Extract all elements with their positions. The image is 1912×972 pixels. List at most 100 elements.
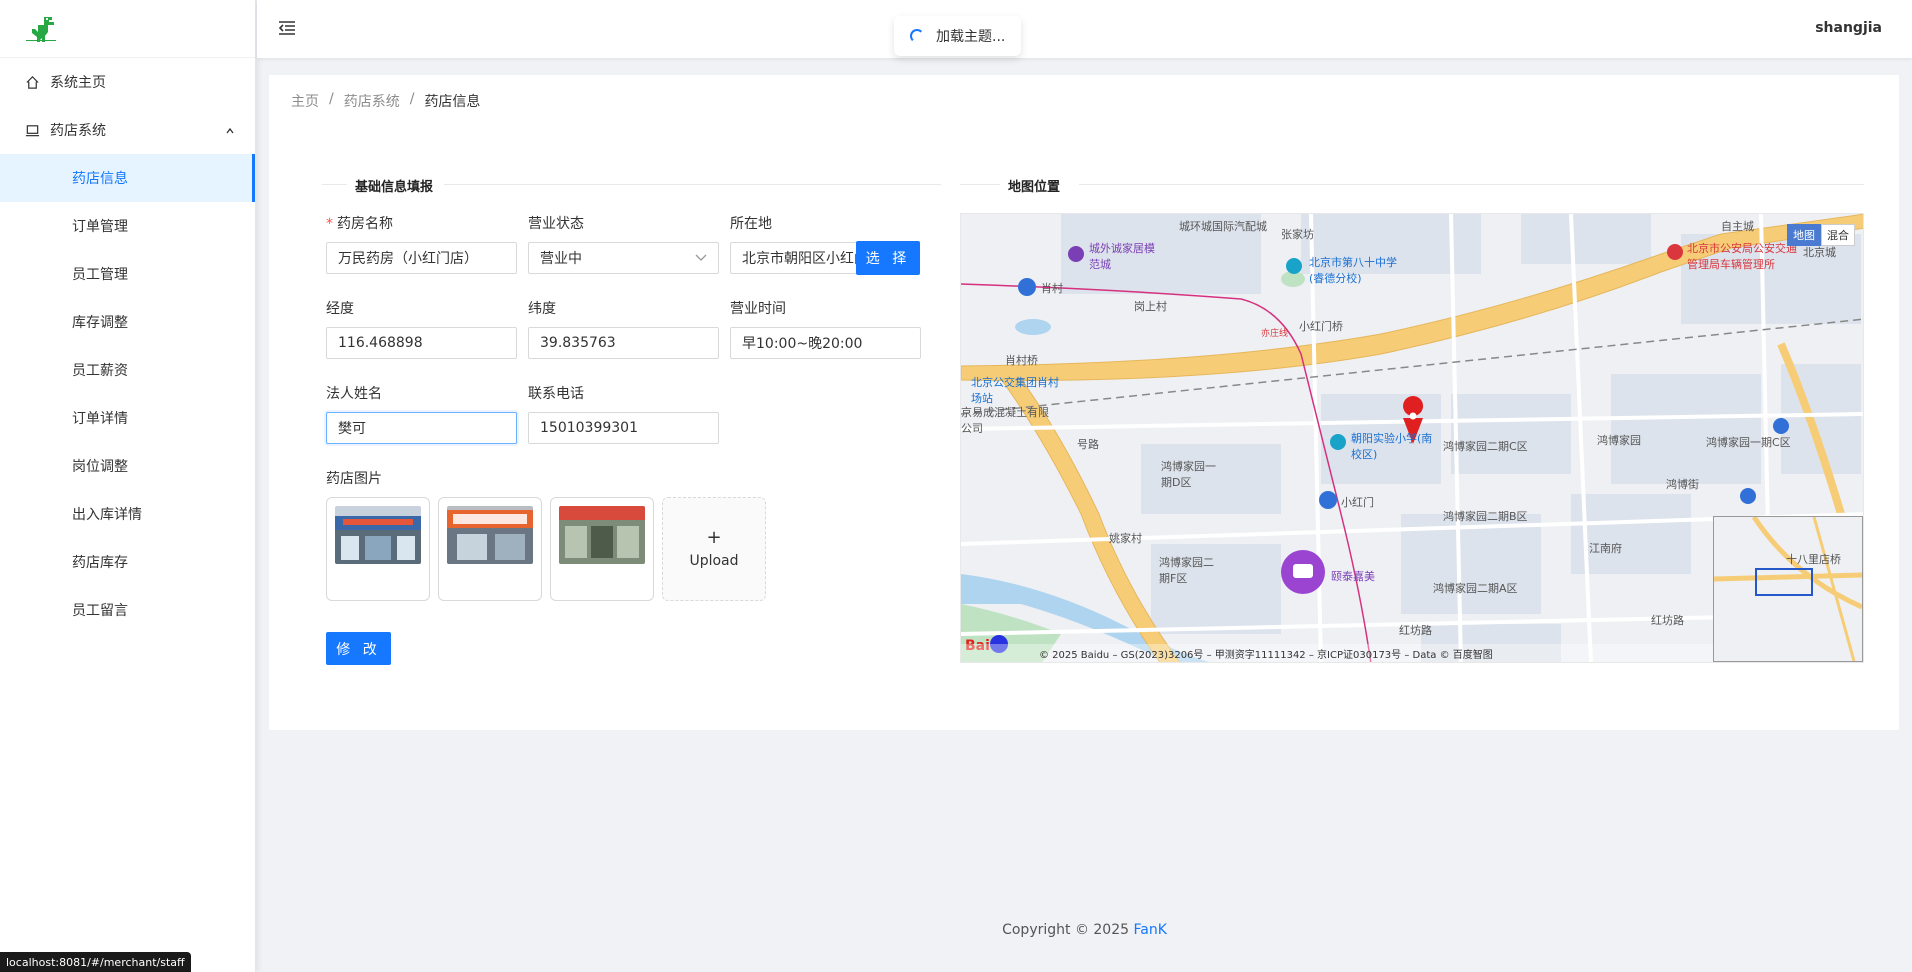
latitude-label: 纬度 <box>528 301 556 317</box>
map-type-hybrid-button[interactable]: 混合 <box>1821 224 1855 246</box>
pharmacy-image-2[interactable] <box>438 497 542 601</box>
map-overview[interactable]: 十八里店桥 <box>1713 515 1863 662</box>
map-label: 鸿博家园二期B区 <box>1443 510 1528 523</box>
plus-icon: + <box>706 527 722 548</box>
phone-input[interactable]: 15010399301 <box>528 412 719 444</box>
map-label: 北京市公安局公安交通管理局车辆管理所 <box>1687 242 1797 271</box>
overview-map-canvas <box>1713 515 1863 662</box>
map-label: 自主城 <box>1721 220 1754 233</box>
map-label: 号路 <box>1077 438 1099 451</box>
map-label: 肖村桥 <box>1005 354 1038 367</box>
map-divider-left <box>960 184 1000 185</box>
status-bar-url: localhost:8081/#/merchant/staff <box>0 952 191 972</box>
home-icon <box>24 74 40 90</box>
sidebar-item-position-adjust[interactable]: 岗位调整 <box>0 442 255 490</box>
map-label: 红坊路 <box>1651 614 1684 627</box>
map-label: 亦庄线 <box>1261 329 1289 339</box>
map-label: 鸿博家园二期A区 <box>1433 582 1518 595</box>
legal-name-label: 法人姓名 <box>326 386 382 402</box>
pharmacy-image-1[interactable] <box>326 497 430 601</box>
location-label: 所在地 <box>730 216 772 232</box>
sidebar-item-staff-management[interactable]: 员工管理 <box>0 250 255 298</box>
map-label: 鸿博家园一期D区 <box>1161 460 1216 489</box>
map-label: 岗上村 <box>1134 300 1167 313</box>
pharmacy-image-3[interactable] <box>550 497 654 601</box>
pharmacy-name-label: * 药房名称 <box>326 216 393 232</box>
map-label: 鸿博家园一期C区 <box>1706 436 1791 449</box>
laptop-icon <box>24 122 40 138</box>
form-section-title: 基础信息填报 <box>347 176 442 195</box>
phone-label: 联系电话 <box>528 386 584 402</box>
user-name[interactable]: shangjia <box>1815 20 1882 36</box>
map-type-map-button[interactable]: 地图 <box>1787 224 1821 246</box>
sidebar-item-staff-salary[interactable]: 员工薪资 <box>0 346 255 394</box>
map-label: 小红门 <box>1341 496 1374 509</box>
business-status-value: 营业中 <box>540 251 582 267</box>
map-label: 北京公交集团肖村场站 <box>971 376 1059 405</box>
sidebar: 系统主页 药店系统 药店信息 订单管理 员工管理 库存调整 员工薪资 订单详情 … <box>0 0 256 972</box>
map-copyright: © 2025 Baidu – GS(2023)3206号 – 甲测资字11111… <box>961 644 1713 662</box>
longitude-input[interactable]: 116.468898 <box>326 327 517 359</box>
loading-spinner-icon <box>910 29 924 43</box>
sidebar-item-pharmacy-system[interactable]: 药店系统 <box>0 106 255 154</box>
breadcrumb-home[interactable]: 主页 <box>291 91 319 111</box>
map-divider-right <box>1079 184 1864 185</box>
breadcrumb-pharmacy-system[interactable]: 药店系统 <box>344 91 400 111</box>
logo[interactable] <box>0 0 255 58</box>
map-label: 红坊路 <box>1399 624 1432 637</box>
latitude-input[interactable]: 39.835763 <box>528 327 719 359</box>
upload-label: Upload <box>689 553 739 569</box>
modify-button[interactable]: 修 改 <box>326 632 391 665</box>
map-label: 鸿博家园二期C区 <box>1443 440 1528 453</box>
longitude-label: 经度 <box>326 301 354 317</box>
map-copyright-text: © 2025 Baidu – GS(2023)3206号 – 甲测资字11111… <box>1039 649 1493 661</box>
dinosaur-logo-icon <box>26 16 56 42</box>
business-status-label: 营业状态 <box>528 216 584 232</box>
legal-name-input[interactable]: 樊可 <box>326 412 517 444</box>
map-label: 颐泰嘉美 <box>1331 570 1375 583</box>
map-label: 鸿博家园 <box>1597 434 1641 447</box>
map-label: 朝阳实验小学(南校区) <box>1351 432 1433 461</box>
map-label: 江南府 <box>1589 542 1622 555</box>
sidebar-item-order-detail[interactable]: 订单详情 <box>0 394 255 442</box>
storefront-photo-2 <box>447 506 533 564</box>
upload-image-button[interactable]: + Upload <box>662 497 766 601</box>
breadcrumb-current: 药店信息 <box>424 94 481 110</box>
footer: Copyright © 2025 FanK <box>257 922 1912 938</box>
sidebar-item-label: 系统主页 <box>50 75 106 91</box>
business-status-select[interactable]: 营业中 <box>528 242 719 274</box>
map-section-title: 地图位置 <box>1000 176 1069 195</box>
sidebar-item-staff-messages[interactable]: 员工留言 <box>0 586 255 634</box>
sidebar-item-stock-io-detail[interactable]: 出入库详情 <box>0 490 255 538</box>
sidebar-item-pharmacy-stock[interactable]: 药店库存 <box>0 538 255 586</box>
pharmacy-images-label: 药店图片 <box>326 471 382 487</box>
loading-toast-text: 加载主题... <box>936 29 1006 45</box>
map-view[interactable]: Bai 城环城国际汽配城 张家坊 北京市第八十中学(睿德分校) 城外诚家居模范城… <box>960 213 1864 663</box>
business-hours-input[interactable]: 早10:00~晚20:00 <box>730 327 921 359</box>
footer-author-link[interactable]: FanK <box>1133 922 1166 938</box>
map-label: 北京市第八十中学(睿德分校) <box>1309 256 1397 285</box>
loading-toast: 加载主题... <box>894 16 1022 56</box>
map-type-switch: 地图 混合 <box>1787 224 1855 246</box>
select-location-button[interactable]: 选 择 <box>856 241 920 275</box>
footer-copyright: Copyright © 2025 <box>1002 922 1130 938</box>
sidebar-item-inventory-adjust[interactable]: 库存调整 <box>0 298 255 346</box>
breadcrumb-separator: / <box>409 91 415 107</box>
storefront-photo-3 <box>559 506 645 564</box>
location-input[interactable]: 北京市朝阳区小红门 <box>730 242 866 274</box>
breadcrumb-separator: / <box>329 91 334 107</box>
sidebar-item-home[interactable]: 系统主页 <box>0 58 255 106</box>
menu-fold-icon[interactable] <box>277 18 297 38</box>
breadcrumb: 主页 / 药店系统 / 药店信息 <box>291 91 480 111</box>
map-label: 十八里店桥 <box>1786 553 1841 566</box>
map-label: 鸿博家园二期F区 <box>1159 556 1214 585</box>
form-divider-left <box>322 184 347 185</box>
map-label: 京易成混凝土有限公司 <box>961 406 1049 435</box>
sidebar-item-order-management[interactable]: 订单管理 <box>0 202 255 250</box>
form-divider-right <box>444 184 941 185</box>
pharmacy-name-input[interactable]: 万民药房（小红门店） <box>326 242 517 274</box>
map-label: 城外诚家居模范城 <box>1089 242 1155 271</box>
sidebar-item-pharmacy-info[interactable]: 药店信息 <box>0 154 255 202</box>
sidebar-item-label: 药店系统 <box>50 123 106 139</box>
map-label: 张家坊 <box>1281 228 1314 241</box>
